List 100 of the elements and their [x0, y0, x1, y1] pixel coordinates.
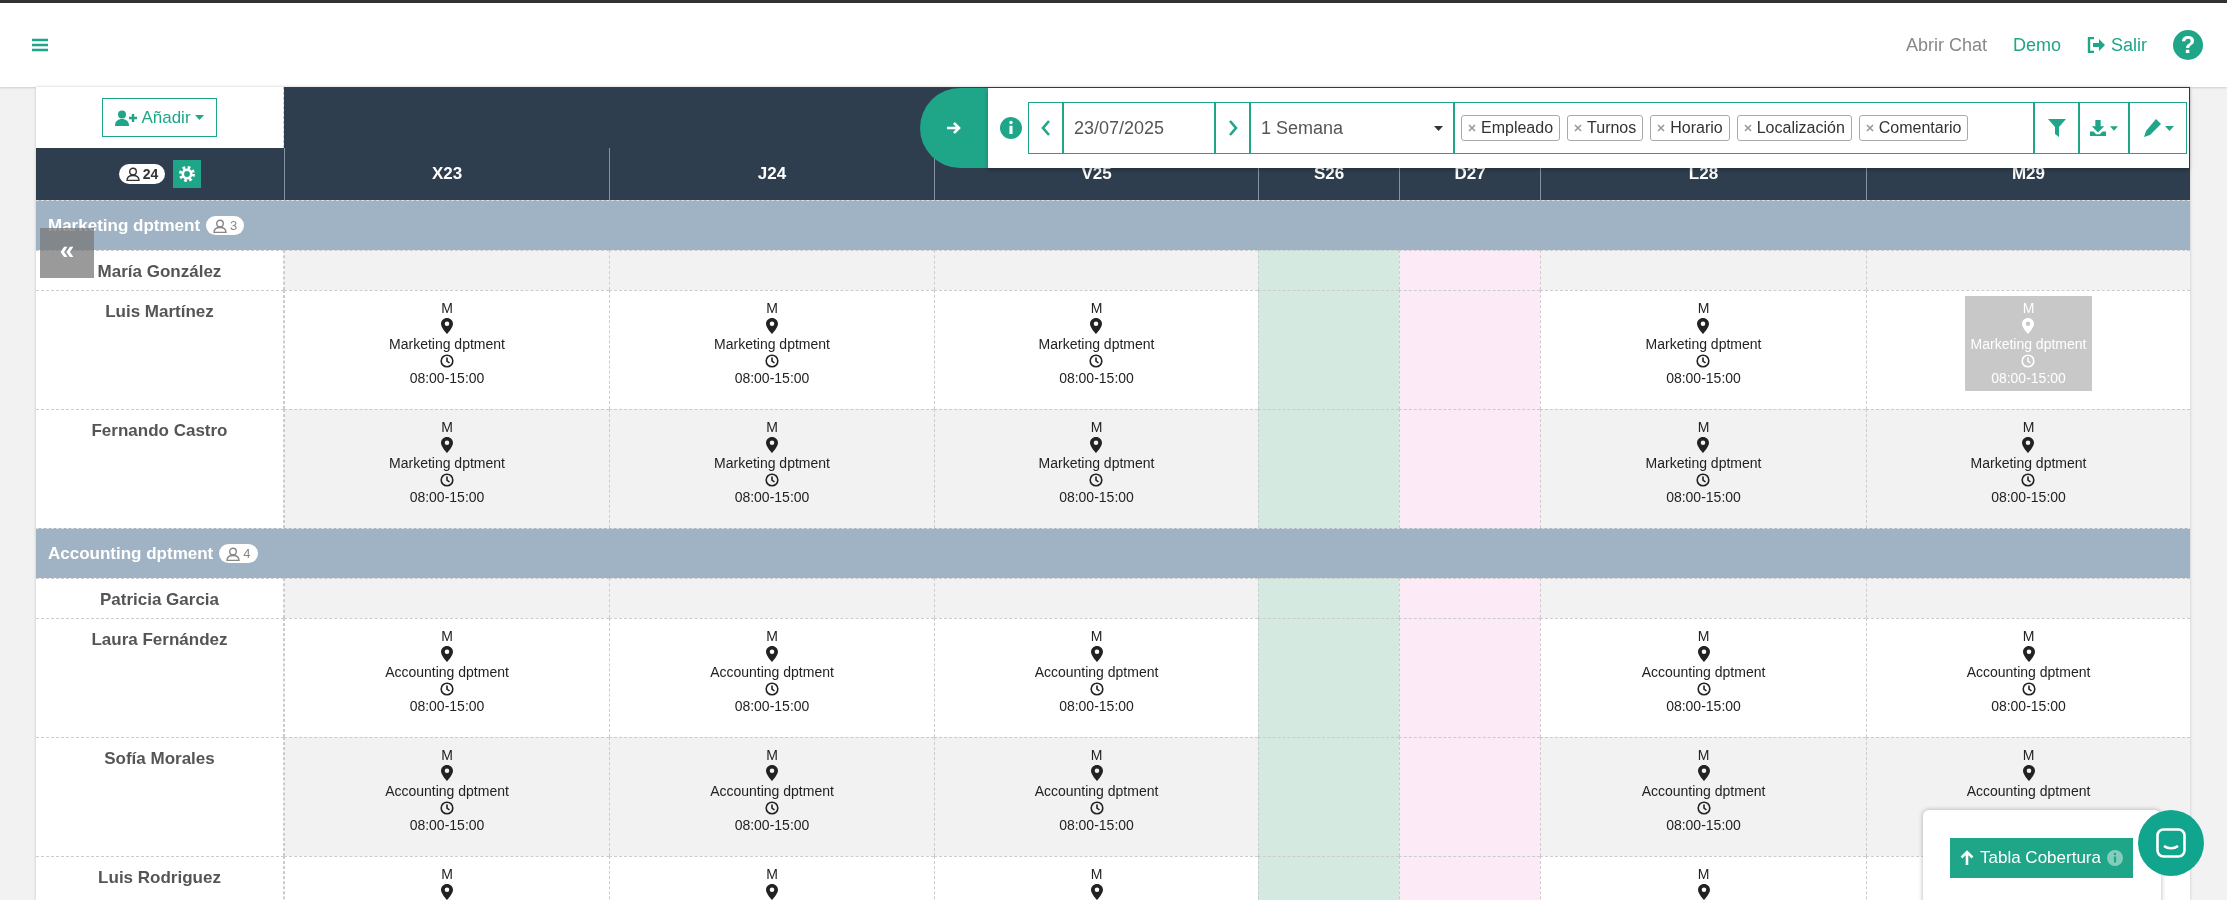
pin-icon: [1697, 437, 1710, 453]
nav-link[interactable]: Abrir Chat: [1905, 34, 1987, 56]
shift-card[interactable]: M Marketing dptment 08:00-15:00: [1639, 296, 1768, 391]
shift-time: 08:00-15:00: [1059, 816, 1134, 834]
shift-time: 08:00-15:00: [1991, 488, 2066, 506]
caret-icon: [2164, 125, 2174, 131]
shift-card[interactable]: M Marketing dptment 08:00-15:00: [383, 415, 511, 510]
shift-code: M: [441, 627, 453, 645]
shift-card[interactable]: M Accounting dptment 08:00-15:00: [379, 624, 515, 719]
remove-icon[interactable]: [1657, 124, 1666, 132]
pin-icon: [441, 318, 453, 334]
pin-icon: [2022, 646, 2035, 662]
remove-icon[interactable]: [1574, 124, 1583, 132]
shift-code: M: [1697, 418, 1710, 436]
period-dropdown[interactable]: 1 Semana: [1250, 102, 1454, 154]
user-icon: [226, 546, 241, 561]
clock-icon: [765, 801, 779, 815]
shift-card[interactable]: M: [1691, 862, 1716, 900]
user-icon: [213, 218, 228, 233]
pin-icon: [1090, 437, 1103, 453]
remove-icon[interactable]: [1468, 124, 1476, 132]
column-tags-field[interactable]: Empleado Turnos Horario Localización Comentario: [1454, 102, 2034, 154]
shift-card[interactable]: M Marketing dptment 08:00-15:00: [383, 296, 511, 391]
shift-time: 08:00-15:00: [1059, 488, 1134, 506]
shift-code: M: [766, 418, 778, 436]
chevron-left-icon: [1040, 120, 1051, 136]
column-tag: Turnos: [1567, 115, 1644, 141]
settings-button[interactable]: [173, 160, 202, 188]
clock-icon: [2021, 473, 2036, 487]
shift-location: Marketing dptment: [389, 454, 505, 472]
shift-card[interactable]: M: [1084, 862, 1109, 900]
remove-icon[interactable]: [1743, 124, 1752, 132]
previous-button[interactable]: [1028, 102, 1063, 154]
shift-card[interactable]: M Marketing dptment 08:00-15:00: [1639, 415, 1768, 510]
pin-icon: [766, 318, 778, 334]
edit-button[interactable]: [2129, 102, 2187, 154]
shift-code: M: [2022, 746, 2035, 764]
shift-code: M: [766, 865, 778, 883]
pin-icon: [1697, 765, 1710, 781]
pin-icon: [766, 765, 778, 781]
menu-icon[interactable]: [32, 38, 48, 52]
shift-card[interactable]: M Marketing dptment 08:00-15:00: [1032, 415, 1161, 510]
download-icon: [2090, 119, 2106, 137]
shift-card[interactable]: M Accounting dptment 08:00-15:00: [1635, 624, 1772, 719]
shift-card[interactable]: M Accounting dptment 08:00-15:00: [1028, 624, 1165, 719]
shift-card[interactable]: M Marketing dptment 08:00-15:00: [708, 415, 836, 510]
arrow-right-icon: [946, 121, 962, 135]
shift-card[interactable]: M Marketing dptment 08:00-15:00: [1964, 415, 2093, 510]
shift-location: Marketing dptment: [714, 454, 830, 472]
shift-location: Accounting dptment: [385, 663, 509, 681]
shift-code: M: [766, 299, 778, 317]
shift-card[interactable]: M Accounting dptment 08:00-15:00: [1028, 743, 1165, 838]
shift-card[interactable]: M Marketing dptment 08:00-15:00: [708, 296, 836, 391]
shift-card[interactable]: M: [760, 862, 784, 900]
pin-icon: [1697, 646, 1710, 662]
clock-icon: [440, 473, 454, 487]
clock-icon: [765, 473, 779, 487]
shift-code: M: [441, 299, 453, 317]
pin-icon: [441, 646, 453, 662]
arrow-up-icon: [1960, 850, 1974, 866]
clock-icon: [1089, 801, 1104, 815]
shift-location: Accounting dptment: [1966, 663, 2091, 681]
pin-icon: [1697, 318, 1710, 334]
shift-time: 08:00-15:00: [409, 697, 485, 715]
shift-card[interactable]: M Accounting dptment: [1960, 743, 2097, 804]
shift-card[interactable]: M Accounting dptment 08:00-15:00: [379, 743, 515, 838]
clock-icon: [1089, 354, 1104, 368]
shift-time: 08:00-15:00: [409, 369, 485, 387]
pin-icon: [2022, 318, 2035, 334]
shift-code: M: [441, 746, 453, 764]
download-button[interactable]: [2079, 102, 2129, 154]
remove-icon[interactable]: [1865, 124, 1874, 132]
shift-location: Marketing dptment: [1645, 335, 1762, 353]
shift-location: Accounting dptment: [1966, 782, 2091, 800]
clock-icon: [765, 682, 779, 696]
shift-location: Marketing dptment: [714, 335, 830, 353]
filter-button[interactable]: [2034, 102, 2079, 154]
shift-card[interactable]: M Accounting dptment 08:00-15:00: [704, 624, 840, 719]
pin-icon: [441, 765, 453, 781]
date-field[interactable]: 23/07/2025: [1063, 102, 1215, 154]
pin-icon: [441, 437, 453, 453]
clock-icon: [2021, 682, 2036, 696]
shift-time: 08:00-15:00: [1991, 697, 2066, 715]
shift-code: M: [1697, 627, 1710, 645]
shift-card[interactable]: M Marketing dptment 08:00-15:00: [1032, 296, 1161, 391]
info-icon: [2106, 850, 2123, 866]
pin-icon: [2022, 437, 2035, 453]
shift-location: Marketing dptment: [1038, 454, 1155, 472]
gear-icon: [178, 165, 197, 183]
clock-icon: [1696, 801, 1711, 815]
shift-time: 08:00-15:00: [734, 488, 810, 506]
day-header: J24: [609, 148, 934, 200]
user-plus-icon: [115, 109, 138, 126]
shift-time: 08:00-15:00: [1666, 488, 1741, 506]
shift-card[interactable]: M Accounting dptment 08:00-15:00: [704, 743, 840, 838]
shift-card[interactable]: M: [435, 862, 459, 900]
shift-time: 08:00-15:00: [409, 816, 485, 834]
shift-card[interactable]: M Accounting dptment 08:00-15:00: [1635, 743, 1772, 838]
next-button[interactable]: [1215, 102, 1250, 154]
shift-card[interactable]: M Accounting dptment 08:00-15:00: [1960, 624, 2097, 719]
